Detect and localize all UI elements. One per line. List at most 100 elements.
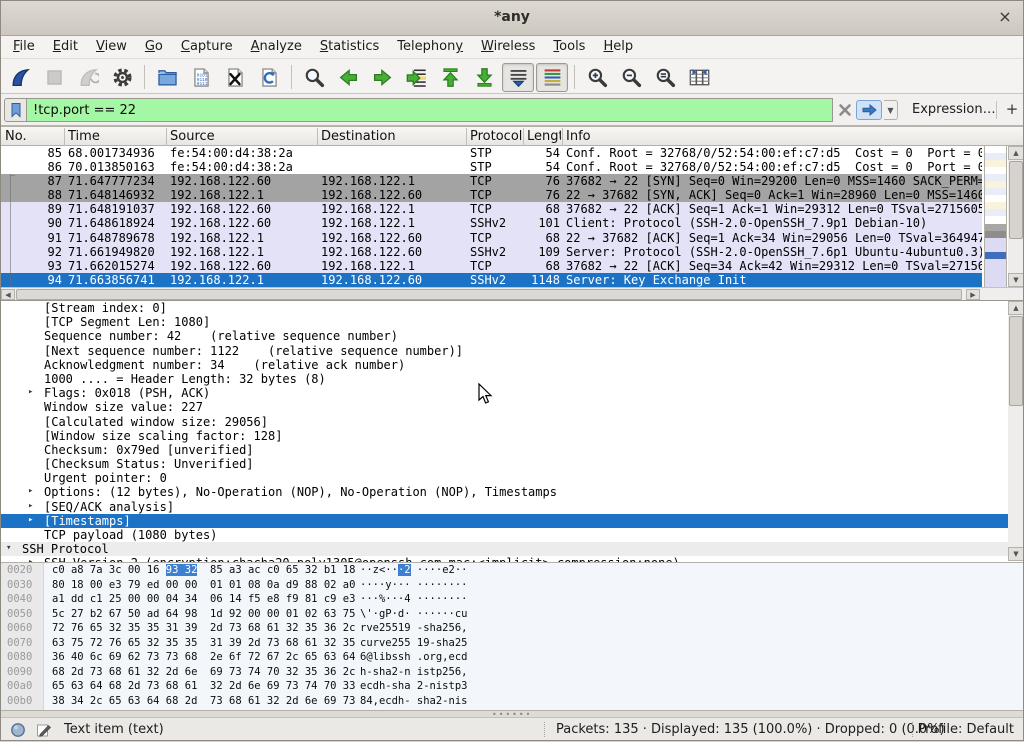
hex-row-0030[interactable]: 003080 18 00 e3 79 ed 00 00 01 01 08 0a … bbox=[0, 578, 1024, 593]
profile-text[interactable]: Profile: Default bbox=[918, 722, 1014, 737]
scroll-right-arrow[interactable]: ▶ bbox=[966, 289, 980, 300]
hex-bytes[interactable]: 36 40 6c 69 62 73 73 68 2e 6f 72 67 2c 6… bbox=[52, 651, 355, 663]
packet-list-minimap[interactable] bbox=[984, 146, 1007, 287]
menu-help[interactable]: Help bbox=[594, 36, 642, 56]
detail-line[interactable]: 1000 .... = Header Length: 32 bytes (8) bbox=[0, 372, 1024, 386]
hex-ascii[interactable]: curve255 19-sha25 bbox=[360, 637, 467, 649]
menu-edit[interactable]: Edit bbox=[44, 36, 87, 56]
menu-file[interactable]: File bbox=[4, 36, 44, 56]
column-separator[interactable] bbox=[466, 128, 467, 146]
filter-clear-button[interactable] bbox=[835, 100, 855, 120]
column-separator[interactable] bbox=[562, 128, 563, 146]
zoom-out-button[interactable] bbox=[615, 63, 647, 92]
hex-ascii[interactable]: ···%···4 ········ bbox=[360, 593, 467, 605]
expression-button[interactable]: Expression… bbox=[912, 102, 996, 117]
scrollbar-thumb[interactable] bbox=[1009, 161, 1023, 239]
colorize-button[interactable] bbox=[536, 63, 568, 92]
menu-go[interactable]: Go bbox=[136, 36, 172, 56]
go-back-button[interactable] bbox=[332, 63, 364, 92]
hex-bytes[interactable]: 80 18 00 e3 79 ed 00 00 01 01 08 0a d9 8… bbox=[52, 579, 355, 591]
hex-row-0070[interactable]: 007063 75 72 76 65 32 35 35 31 39 2d 73 … bbox=[0, 636, 1024, 651]
hex-bytes[interactable]: c0 a8 7a 3c 00 16 93 32 85 a3 ac c0 65 3… bbox=[52, 564, 355, 576]
detail-line[interactable]: [TCP Segment Len: 1080] bbox=[0, 315, 1024, 329]
hex-bytes[interactable]: 65 63 64 68 2d 73 68 61 32 2d 6e 69 73 7… bbox=[52, 680, 355, 692]
capture-comment-button[interactable] bbox=[36, 722, 52, 738]
close-file-button[interactable] bbox=[219, 63, 251, 92]
filter-bookmark-button[interactable] bbox=[4, 98, 27, 122]
zoom-in-button[interactable] bbox=[581, 63, 613, 92]
hex-row-0060[interactable]: 006072 76 65 32 35 35 31 39 2d 73 68 61 … bbox=[0, 621, 1024, 636]
detail-line[interactable]: ▾SSH Protocol bbox=[0, 542, 1024, 556]
zoom-reset-button[interactable] bbox=[649, 63, 681, 92]
expand-arrow-icon[interactable]: ▸ bbox=[28, 387, 33, 397]
hex-row-0090[interactable]: 009068 2d 73 68 61 32 2d 6e 69 73 74 70 … bbox=[0, 665, 1024, 680]
hex-ascii[interactable]: \'·gP·d· ······cu bbox=[360, 608, 467, 620]
packet-row-88[interactable]: 8871.648146932192.168.122.1192.168.122.6… bbox=[0, 188, 982, 202]
scroll-up-arrow[interactable]: ▲ bbox=[1008, 146, 1024, 160]
detail-line[interactable]: ▸[SEQ/ACK analysis] bbox=[0, 500, 1024, 514]
find-packet-button[interactable] bbox=[298, 63, 330, 92]
menu-analyze[interactable]: Analyze bbox=[242, 36, 311, 56]
open-file-button[interactable] bbox=[151, 63, 183, 92]
detail-line[interactable]: TCP payload (1080 bytes) bbox=[0, 528, 1024, 542]
hex-row-00b0[interactable]: 00b038 34 2c 65 63 64 68 2d 73 68 61 32 … bbox=[0, 694, 1024, 709]
stop-capture-button[interactable] bbox=[38, 63, 70, 92]
hex-row-0050[interactable]: 00505c 27 b2 67 50 ad 64 98 1d 92 00 00 … bbox=[0, 607, 1024, 622]
column-separator[interactable] bbox=[64, 128, 65, 146]
packet-list-horizontal-scrollbar[interactable]: ◀ ▶ bbox=[0, 287, 1024, 300]
hex-ascii[interactable]: h-sha2-n istp256, bbox=[360, 666, 467, 678]
detail-line[interactable]: [Next sequence number: 1122 (relative se… bbox=[0, 344, 1024, 358]
detail-line[interactable]: [Stream index: 0] bbox=[0, 301, 1024, 315]
hex-ascii[interactable]: 6@libssh .org,ecd bbox=[360, 651, 467, 663]
column-header-destination[interactable]: Destination bbox=[321, 129, 461, 144]
scroll-down-arrow[interactable]: ▼ bbox=[1008, 547, 1024, 561]
hex-ascii[interactable]: 84,ecdh- sha2-nis bbox=[360, 695, 467, 707]
hex-ascii[interactable]: rve25519 -sha256, bbox=[360, 622, 467, 634]
column-header-info[interactable]: Info bbox=[566, 129, 706, 144]
hex-bytes[interactable]: 63 75 72 76 65 32 35 35 31 39 2d 73 68 6… bbox=[52, 637, 355, 649]
filter-history-dropdown[interactable]: ▼ bbox=[884, 100, 898, 120]
expand-arrow-icon[interactable]: ▸ bbox=[28, 486, 33, 496]
menu-tools[interactable]: Tools bbox=[544, 36, 594, 56]
detail-line[interactable]: ▸Options: (12 bytes), No-Operation (NOP)… bbox=[0, 485, 1024, 499]
hex-bytes[interactable]: 68 2d 73 68 61 32 2d 6e 69 73 74 70 32 3… bbox=[52, 666, 355, 678]
hex-row-00a0[interactable]: 00a065 63 64 68 2d 73 68 61 32 2d 6e 69 … bbox=[0, 679, 1024, 694]
detail-line[interactable]: Acknowledgment number: 34 (relative ack … bbox=[0, 358, 1024, 372]
packet-list-header[interactable]: No.TimeSourceDestinationProtocolLengthIn… bbox=[0, 126, 1024, 146]
scrollbar-thumb[interactable] bbox=[1009, 316, 1023, 406]
scrollbar-thumb[interactable] bbox=[16, 289, 962, 300]
expert-info-button[interactable] bbox=[10, 722, 26, 738]
hex-ascii[interactable]: ecdh-sha 2-nistp3 bbox=[360, 680, 467, 692]
capture-options-button[interactable] bbox=[106, 63, 138, 92]
hex-row-0040[interactable]: 0040a1 dd c1 25 00 00 04 34 06 14 f5 e8 … bbox=[0, 592, 1024, 607]
details-vertical-scrollbar[interactable]: ▲ ▼ bbox=[1008, 301, 1024, 561]
packet-row-87[interactable]: 8771.647777234192.168.122.60192.168.122.… bbox=[0, 174, 982, 188]
packet-row-90[interactable]: 9071.648618924192.168.122.60192.168.122.… bbox=[0, 216, 982, 230]
auto-scroll-button[interactable] bbox=[502, 63, 534, 92]
detail-line[interactable]: ▸Flags: 0x018 (PSH, ACK) bbox=[0, 386, 1024, 400]
resize-columns-button[interactable] bbox=[683, 63, 715, 92]
hex-row-0080[interactable]: 008036 40 6c 69 62 73 73 68 2e 6f 72 67 … bbox=[0, 650, 1024, 665]
filter-add-button[interactable]: + bbox=[1004, 100, 1020, 120]
packet-row-91[interactable]: 9171.648789678192.168.122.1192.168.122.6… bbox=[0, 231, 982, 245]
packet-row-92[interactable]: 9271.661949820192.168.122.1192.168.122.6… bbox=[0, 245, 982, 259]
detail-line[interactable]: Checksum: 0x79ed [unverified] bbox=[0, 443, 1024, 457]
column-separator[interactable] bbox=[166, 128, 167, 146]
expand-arrow-icon[interactable]: ▸ bbox=[28, 501, 33, 511]
start-capture-button[interactable] bbox=[4, 63, 36, 92]
hex-bytes[interactable]: 72 76 65 32 35 35 31 39 2d 73 68 61 32 3… bbox=[52, 622, 355, 634]
display-filter-input[interactable] bbox=[27, 98, 833, 122]
filter-apply-button[interactable] bbox=[856, 100, 882, 120]
save-file-button[interactable]: 010101100111 bbox=[185, 63, 217, 92]
menu-view[interactable]: View bbox=[87, 36, 136, 56]
hex-bytes[interactable]: 38 34 2c 65 63 64 68 2d 73 68 61 32 2d 6… bbox=[52, 695, 355, 707]
restart-capture-button[interactable] bbox=[72, 63, 104, 92]
go-bottom-button[interactable] bbox=[468, 63, 500, 92]
go-to-packet-button[interactable] bbox=[400, 63, 432, 92]
column-header-length[interactable]: Length bbox=[527, 129, 561, 144]
hex-ascii[interactable]: ····y··· ········ bbox=[360, 579, 467, 591]
close-window-button[interactable]: × bbox=[994, 6, 1016, 28]
column-separator[interactable] bbox=[317, 128, 318, 146]
scroll-down-arrow[interactable]: ▼ bbox=[1008, 273, 1024, 287]
menu-telephony[interactable]: Telephony bbox=[388, 36, 472, 56]
